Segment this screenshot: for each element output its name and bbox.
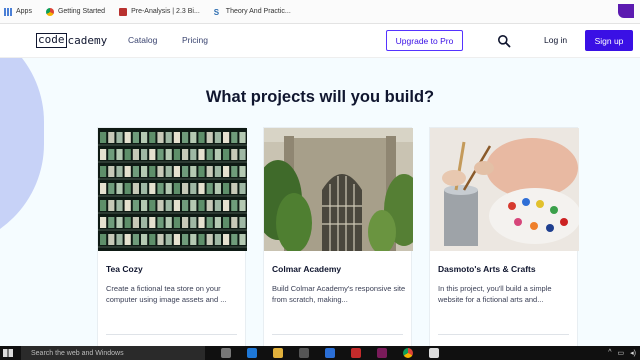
- apps-icon: [4, 7, 12, 16]
- s-icon: S: [213, 7, 220, 17]
- project-card-dasmotos-arts[interactable]: Dasmoto's Arts & Crafts In this project,…: [429, 127, 579, 346]
- bookmark-theory[interactable]: S Theory And Practic...: [213, 7, 291, 17]
- card-divider: [106, 334, 237, 335]
- task-view-icon[interactable]: [221, 348, 231, 358]
- project-card-colmar-academy[interactable]: Colmar Academy Build Colmar Academy's re…: [263, 127, 413, 346]
- project-card-tea-cozy[interactable]: Tea Cozy Create a fictional tea store on…: [97, 127, 247, 346]
- logo-box-text: code: [36, 33, 67, 48]
- logo-text: cademy: [67, 34, 108, 47]
- codecademy-logo[interactable]: code cademy: [36, 33, 107, 48]
- site-header: code cademy Catalog Pricing Upgrade to Pr…: [0, 24, 640, 58]
- card-divider: [272, 334, 403, 335]
- login-link[interactable]: Log in: [544, 35, 567, 45]
- card-title: Tea Cozy: [106, 264, 143, 274]
- app-icon[interactable]: [429, 348, 439, 358]
- network-icon[interactable]: ▭: [618, 349, 625, 357]
- card-divider: [438, 334, 569, 335]
- bookmark-label: Theory And Practic...: [225, 8, 291, 15]
- nav-pricing[interactable]: Pricing: [182, 35, 208, 45]
- signup-button[interactable]: Sign up: [585, 30, 633, 51]
- card-title: Colmar Academy: [272, 264, 342, 274]
- section-heading: What projects will you build?: [205, 88, 435, 106]
- college-building-image: [264, 128, 413, 251]
- window-control[interactable]: [618, 4, 634, 18]
- app-icon[interactable]: [351, 348, 361, 358]
- volume-icon[interactable]: ◂): [630, 349, 636, 357]
- pre-analysis-icon: [119, 7, 128, 16]
- taskbar-search-input[interactable]: Search the web and Windows: [21, 346, 205, 360]
- edge-icon[interactable]: [247, 348, 257, 358]
- card-description: Build Colmar Academy's responsive site f…: [272, 284, 406, 304]
- card-title: Dasmoto's Arts & Crafts: [438, 264, 536, 274]
- card-description: Create a fictional tea store on your com…: [106, 284, 227, 304]
- nav-catalog[interactable]: Catalog: [128, 35, 157, 45]
- search-icon[interactable]: [497, 34, 511, 48]
- windows-taskbar: Search the web and Windows ^ ▭ ◂): [0, 346, 640, 360]
- chrome-taskbar-icon[interactable]: [403, 348, 413, 358]
- bookmark-getting-started[interactable]: Getting Started: [45, 7, 106, 16]
- system-tray: ^ ▭ ◂): [608, 349, 636, 357]
- windows-start-icon[interactable]: [3, 349, 13, 357]
- chrome-icon: [45, 7, 54, 16]
- bookmark-label: Apps: [16, 8, 32, 15]
- bookmarks-bar: Apps Getting Started Pre-Analysis | 2.3 …: [0, 0, 640, 24]
- upgrade-to-pro-button[interactable]: Upgrade to Pro: [386, 30, 463, 51]
- store-icon[interactable]: [299, 348, 309, 358]
- app-icon[interactable]: [325, 348, 335, 358]
- bookmark-label: Pre-Analysis | 2.3 Bi...: [131, 8, 200, 15]
- tea-shelves-image: [98, 128, 247, 251]
- bookmark-pre-analysis[interactable]: Pre-Analysis | 2.3 Bi...: [119, 7, 200, 16]
- file-explorer-icon[interactable]: [273, 348, 283, 358]
- card-description: In this project, you'll build a simple w…: [438, 284, 552, 304]
- app-icon[interactable]: [377, 348, 387, 358]
- projects-section: What projects will you build? Tea Cozy C…: [0, 58, 640, 346]
- decorative-blob: [0, 58, 44, 248]
- art-supplies-image: [430, 128, 579, 251]
- chevron-up-icon[interactable]: ^: [608, 349, 611, 357]
- bookmark-apps[interactable]: Apps: [4, 7, 32, 16]
- bookmark-label: Getting Started: [57, 8, 106, 15]
